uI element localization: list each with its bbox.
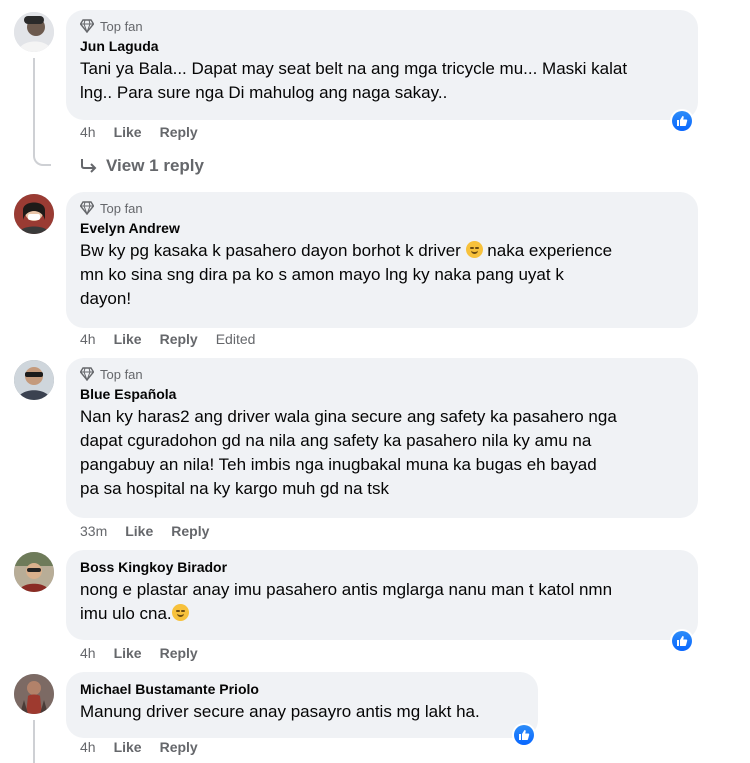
comment-line: dapat cguradohon gd na nila ang safety k… (80, 431, 592, 450)
like-button[interactable]: Like (114, 645, 142, 661)
comment-text: Manung driver secure anay pasayro antis … (80, 700, 526, 724)
view-replies-button[interactable]: View 1 reply (80, 154, 204, 178)
diamond-icon (80, 19, 94, 33)
author-name[interactable]: Evelyn Andrew (80, 219, 686, 237)
comment-actions: 4h Like Reply (80, 645, 216, 661)
comment-line: Nan ky haras2 ang driver wala gina secur… (80, 407, 617, 426)
reply-button[interactable]: Reply (160, 739, 198, 755)
comment-line: imu ulo cna. (80, 602, 686, 626)
like-icon (677, 116, 688, 126)
comment-bubble: Top fan Evelyn Andrew Bw ky pg kasaka k … (66, 192, 698, 328)
badge-label: Top fan (100, 200, 143, 216)
top-fan-badge: Top fan (80, 200, 686, 216)
author-name[interactable]: Boss Kingkoy Birador (80, 558, 686, 576)
pensive-emoji-icon (465, 241, 483, 258)
comment-bubble: Top fan Blue Española Nan ky haras2 ang … (66, 358, 698, 518)
comment-line: lng.. Para sure nga Di mahulog ang naga … (80, 83, 448, 102)
top-fan-badge: Top fan (80, 18, 686, 34)
like-button[interactable]: Like (125, 523, 153, 539)
top-fan-badge: Top fan (80, 366, 686, 382)
comment-text: Bw ky pg kasaka k pasahero dayon borhot … (80, 239, 686, 311)
thread-line-curve (33, 144, 51, 166)
avatar[interactable] (14, 674, 54, 714)
comment-bubble: Top fan Jun Laguda Tani ya Bala... Dapat… (66, 10, 698, 120)
reply-button[interactable]: Reply (171, 523, 209, 539)
thread-line (33, 720, 35, 763)
avatar[interactable] (14, 194, 54, 234)
diamond-icon (80, 367, 94, 381)
avatar[interactable] (14, 552, 54, 592)
author-name[interactable]: Jun Laguda (80, 37, 686, 55)
comment-line-part: imu ulo cna. (80, 604, 172, 623)
relieved-emoji-icon (171, 604, 189, 621)
reply-arrow-icon (81, 159, 97, 173)
comment-text: nong e plastar anay imu pasahero antis m… (80, 578, 686, 626)
like-icon (677, 636, 688, 646)
badge-label: Top fan (100, 366, 143, 382)
comment-line: dayon! (80, 289, 132, 308)
comment-line: Manung driver secure anay pasayro antis … (80, 702, 480, 721)
comment-bubble: Boss Kingkoy Birador nong e plastar anay… (66, 550, 698, 640)
comment-line-part: naka experience (487, 241, 613, 260)
view-replies-label: View 1 reply (106, 156, 204, 175)
timestamp[interactable]: 4h (80, 331, 96, 347)
reply-button[interactable]: Reply (160, 124, 198, 140)
avatar[interactable] (14, 12, 54, 52)
comment-line: pa sa hospital na ky kargo muh gd na tsk (80, 479, 390, 498)
author-name[interactable]: Blue Española (80, 385, 686, 403)
comment-line: Bw ky pg kasaka k pasahero dayon borhot … (80, 239, 686, 263)
comment-line: pangabuy an nila! Teh imbis nga inugbaka… (80, 455, 597, 474)
comment-line: Tani ya Bala... Dapat may seat belt na a… (80, 59, 628, 78)
timestamp[interactable]: 4h (80, 739, 96, 755)
badge-label: Top fan (100, 18, 143, 34)
author-name[interactable]: Michael Bustamante Priolo (80, 680, 526, 698)
reply-button[interactable]: Reply (160, 331, 198, 347)
comment-bubble: Michael Bustamante Priolo Manung driver … (66, 672, 538, 738)
thread-line (33, 58, 35, 146)
like-button[interactable]: Like (114, 739, 142, 755)
comment-line: nong e plastar anay imu pasahero antis m… (80, 580, 613, 599)
comment-line-part: Bw ky pg kasaka k pasahero dayon borhot … (80, 241, 461, 260)
avatar[interactable] (14, 360, 54, 400)
like-button[interactable]: Like (114, 124, 142, 140)
like-button[interactable]: Like (114, 331, 142, 347)
like-icon (519, 730, 530, 740)
comment-text: Tani ya Bala... Dapat may seat belt na a… (80, 57, 686, 105)
timestamp[interactable]: 4h (80, 124, 96, 140)
comment-actions: 4h Like Reply Edited (80, 331, 273, 347)
reaction-badge[interactable] (670, 629, 694, 653)
diamond-icon (80, 201, 94, 215)
timestamp[interactable]: 4h (80, 645, 96, 661)
comment-actions: 4h Like Reply (80, 124, 216, 140)
comment-actions: 33m Like Reply (80, 523, 227, 539)
comment-actions: 4h Like Reply (80, 739, 216, 755)
comment-line: mn ko sina sng dira pa ko s amon mayo ln… (80, 265, 564, 284)
reply-button[interactable]: Reply (160, 645, 198, 661)
timestamp[interactable]: 33m (80, 523, 107, 539)
edited-label: Edited (215, 331, 256, 347)
comment-text: Nan ky haras2 ang driver wala gina secur… (80, 405, 686, 501)
reaction-badge[interactable] (670, 109, 694, 133)
reaction-badge[interactable] (512, 723, 536, 747)
